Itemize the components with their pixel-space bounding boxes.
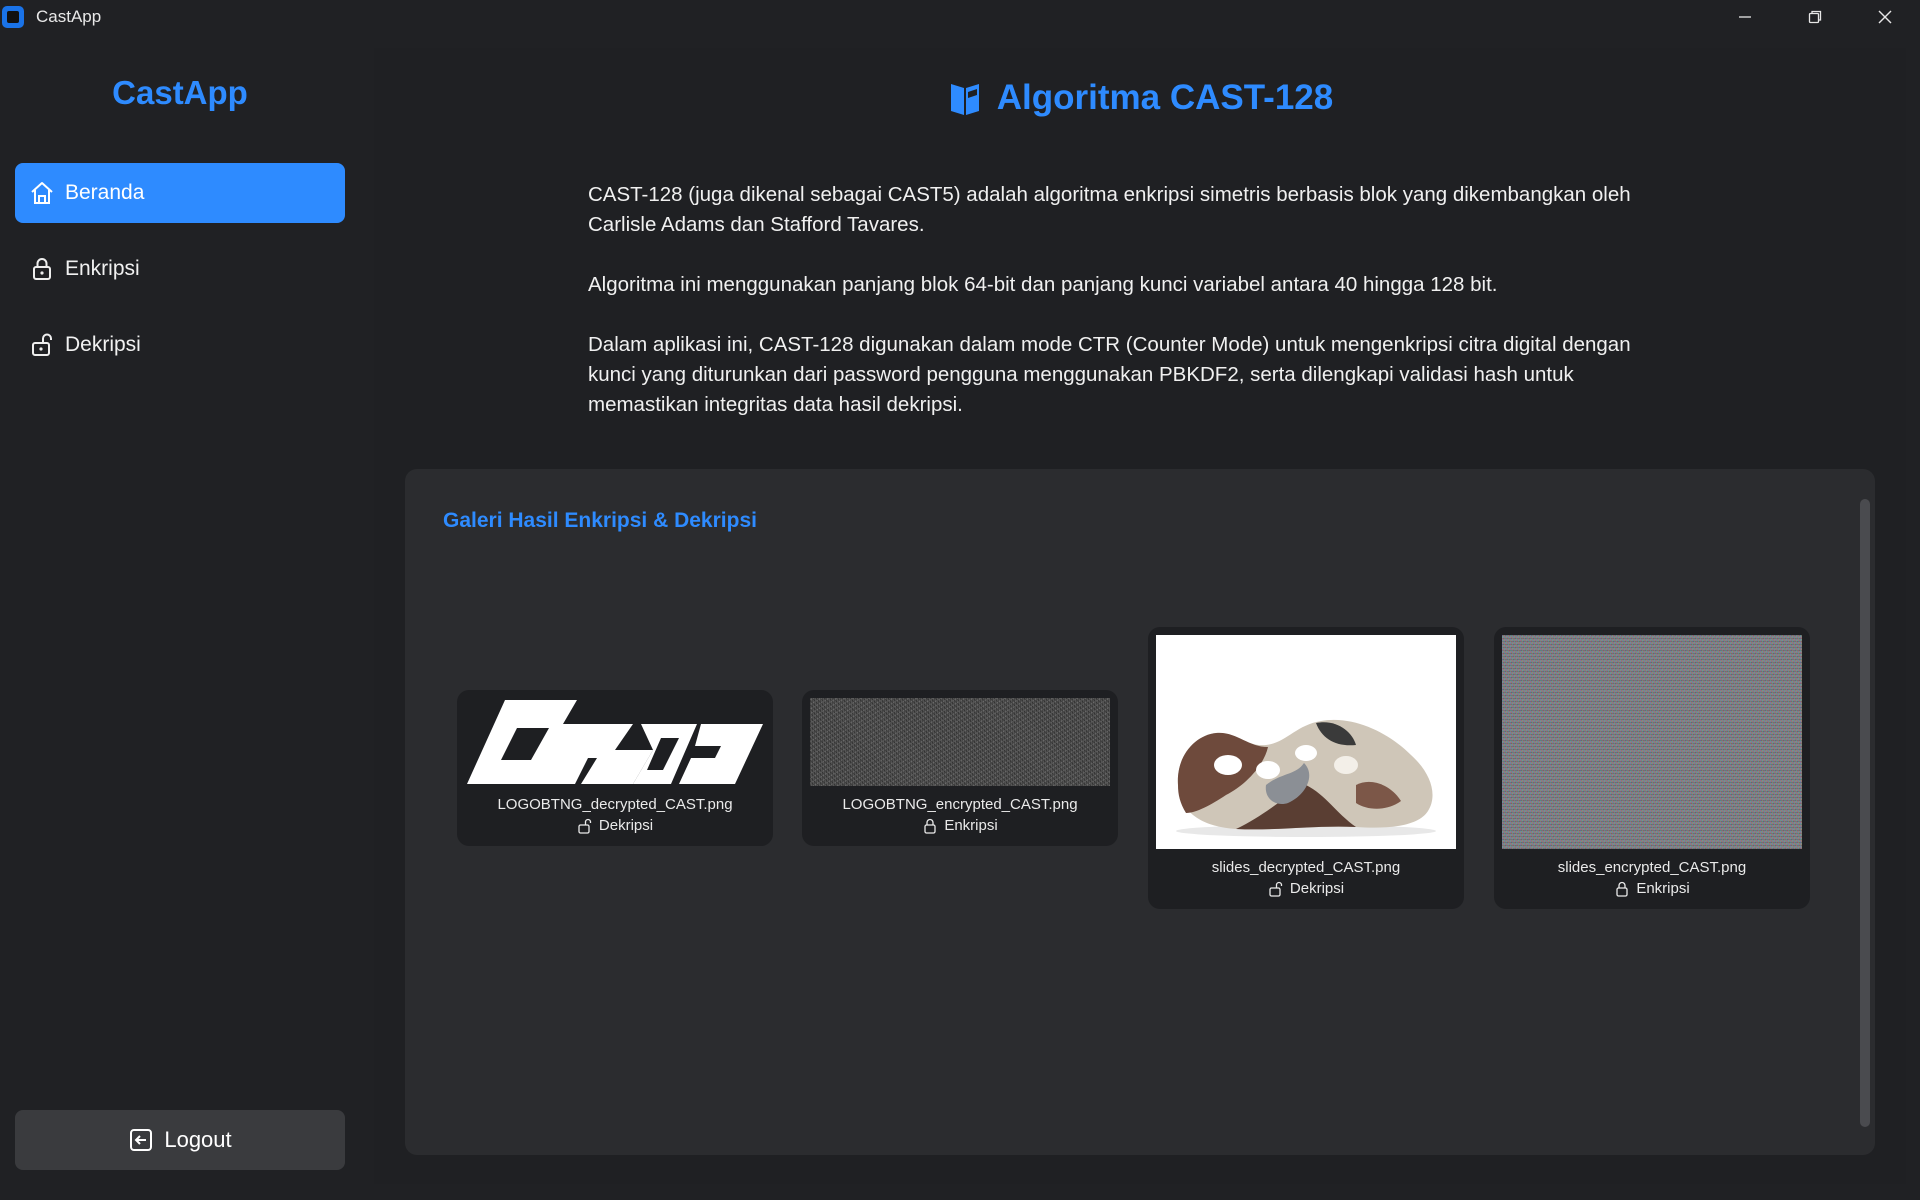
gallery-panel: Galeri Hasil Enkripsi & Dekripsi LOGOBTN… <box>405 469 1875 1155</box>
status-tag: Dekripsi <box>457 817 773 834</box>
minimize-icon <box>1739 16 1751 18</box>
logout-label: Logout <box>164 1127 232 1152</box>
window-controls <box>1710 0 1920 34</box>
image-thumbnail <box>810 698 1110 786</box>
gallery-card[interactable]: slides_encrypted_CAST.png Enkripsi <box>1494 627 1810 909</box>
minimize-button[interactable] <box>1710 0 1780 34</box>
file-name: LOGOBTNG_decrypted_CAST.png <box>497 796 733 813</box>
sidebar-item-beranda[interactable]: Beranda <box>15 163 345 223</box>
description-paragraph: CAST-128 (juga dikenal sebagai CAST5) ad… <box>588 183 1631 236</box>
sidebar-item-dekripsi[interactable]: Dekripsi <box>15 315 345 375</box>
restore-icon <box>1808 10 1822 24</box>
lock-icon <box>924 818 936 834</box>
unlock-icon <box>578 818 592 834</box>
sidebar-item-enkripsi[interactable]: Enkripsi <box>15 239 345 299</box>
logout-icon <box>130 1129 153 1151</box>
gallery-card[interactable]: LOGOBTNG_decrypted_CAST.png Dekripsi <box>457 690 773 846</box>
description-paragraph: Dalam aplikasi ini, CAST-128 digunakan d… <box>588 333 1631 416</box>
close-icon <box>1878 10 1892 24</box>
sidebar-item-label: Enkripsi <box>65 257 140 280</box>
unlock-icon <box>32 333 52 356</box>
lock-icon <box>1616 881 1628 897</box>
title-bar: CastApp <box>0 0 1920 34</box>
status-tag: Enkripsi <box>1494 880 1810 897</box>
restore-button[interactable] <box>1780 0 1850 34</box>
image-thumbnail <box>465 698 765 786</box>
status-tag: Dekripsi <box>1148 880 1464 897</box>
sidebar-item-label: Dekripsi <box>65 333 141 356</box>
file-name: slides_encrypted_CAST.png <box>1557 859 1747 876</box>
image-thumbnail <box>1156 635 1456 849</box>
page-title: Algoritma CAST-128 <box>374 78 1906 118</box>
file-name: slides_decrypted_CAST.png <box>1211 859 1401 876</box>
gallery-card[interactable]: LOGOBTNG_encrypted_CAST.png Enkripsi <box>802 690 1118 846</box>
gallery-scrollbar[interactable] <box>1860 499 1870 1127</box>
app-icon <box>2 6 24 28</box>
brand-title: CastApp <box>112 74 248 111</box>
window-title: CastApp <box>36 7 102 26</box>
unlock-icon <box>1269 881 1283 897</box>
image-thumbnail <box>1502 635 1802 849</box>
home-icon <box>31 182 53 204</box>
shoe-image <box>1156 635 1456 849</box>
file-name: LOGOBTNG_encrypted_CAST.png <box>842 796 1078 813</box>
description-paragraph: Algoritma ini menggunakan panjang blok 6… <box>588 273 1498 296</box>
logo-image <box>467 700 763 784</box>
logout-button[interactable]: Logout <box>15 1110 345 1170</box>
sidebar-item-label: Beranda <box>65 181 145 204</box>
gallery-title: Galeri Hasil Enkripsi & Dekripsi <box>443 509 757 532</box>
status-tag-label: Dekripsi <box>598 817 654 834</box>
status-tag-label: Enkripsi <box>944 817 998 834</box>
main-content: Algoritma CAST-128 CAST-128 (juga dikena… <box>374 48 1906 1184</box>
book-icon <box>950 84 979 115</box>
page-title-text: Algoritma CAST-128 <box>996 78 1334 117</box>
status-tag: Enkripsi <box>802 817 1118 834</box>
close-button[interactable] <box>1850 0 1920 34</box>
status-tag-label: Enkripsi <box>1636 880 1690 897</box>
sidebar: CastApp Beranda Enkripsi Dekripsi Logout <box>0 48 360 1200</box>
status-tag-label: Dekripsi <box>1289 880 1345 897</box>
description: CAST-128 (juga dikenal sebagai CAST5) ad… <box>588 180 1668 450</box>
gallery-card[interactable]: slides_decrypted_CAST.png Dekripsi <box>1148 627 1464 909</box>
lock-icon <box>33 258 51 280</box>
